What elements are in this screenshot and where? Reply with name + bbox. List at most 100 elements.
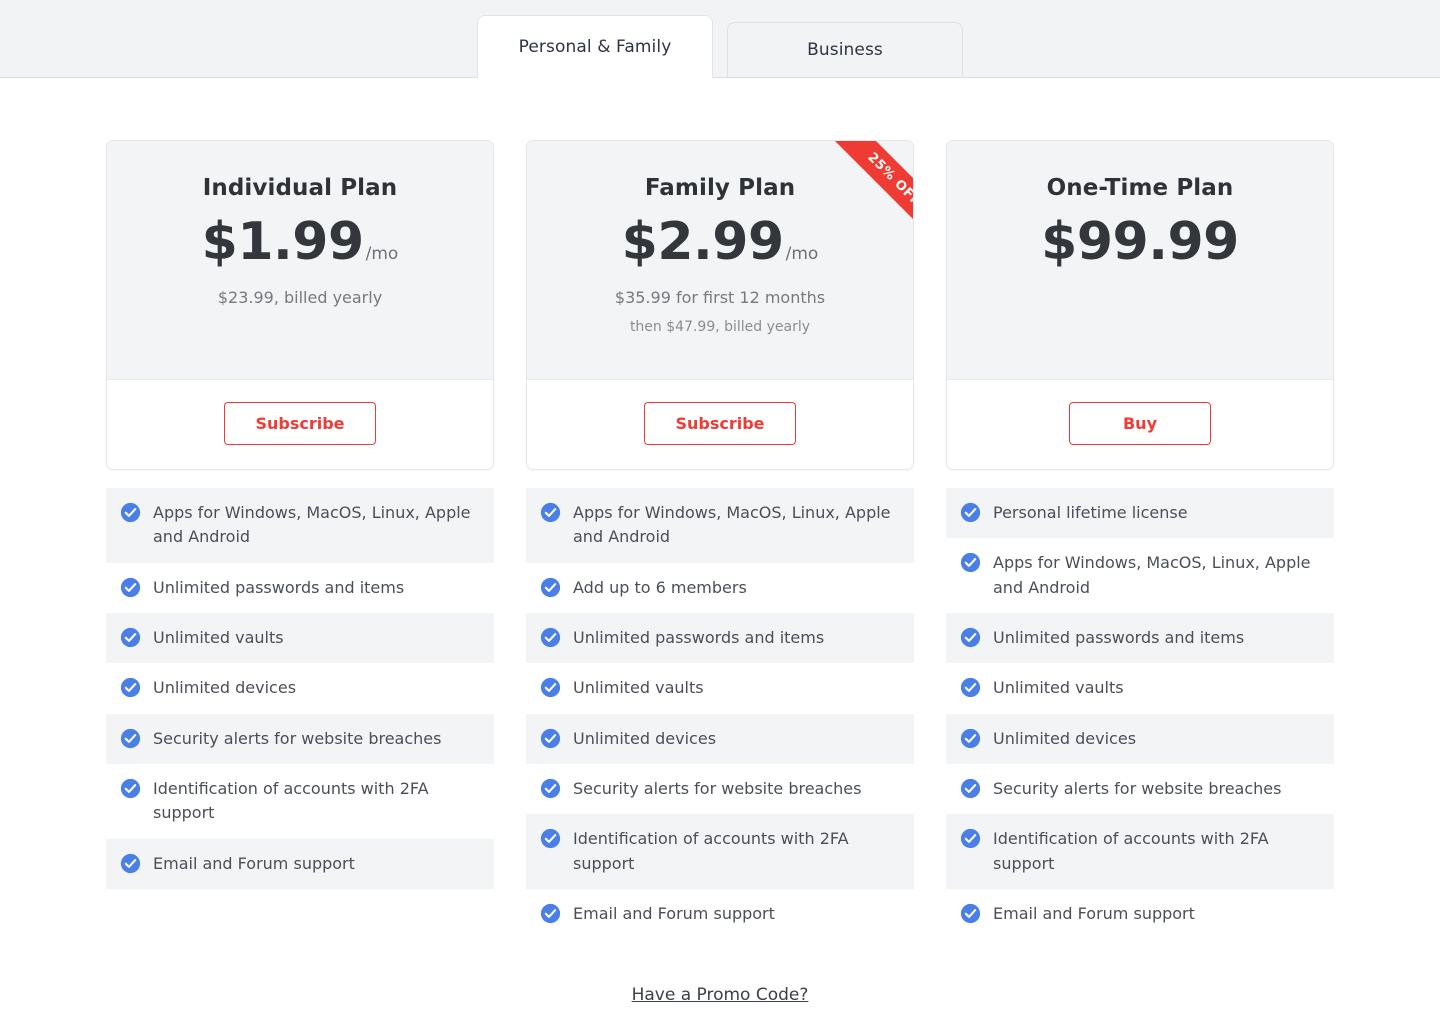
- check-circle-icon: [960, 728, 981, 749]
- check-circle-icon: [540, 778, 561, 799]
- subscribe-button[interactable]: Subscribe: [224, 402, 376, 445]
- feature-label: Apps for Windows, MacOS, Linux, Apple an…: [573, 503, 891, 547]
- plan-card-header: One-Time Plan $99.99: [947, 141, 1333, 379]
- plan-billing-subnote: then $47.99, billed yearly: [629, 318, 811, 335]
- plan-card-footer: Buy: [947, 379, 1333, 469]
- feature-item: Add up to 6 members: [526, 563, 914, 613]
- plan-feature-list: Personal lifetime license Apps for Window…: [946, 488, 1334, 939]
- feature-item: Identification of accounts with 2FA supp…: [946, 814, 1334, 889]
- feature-item: Unlimited passwords and items: [946, 612, 1334, 664]
- check-circle-icon: [120, 778, 141, 799]
- feature-item: Unlimited vaults: [106, 612, 494, 664]
- check-circle-icon: [540, 903, 561, 924]
- feature-label: Unlimited passwords and items: [153, 577, 405, 597]
- feature-item: Unlimited devices: [946, 713, 1334, 764]
- check-circle-icon: [120, 677, 141, 698]
- feature-item: Unlimited vaults: [946, 663, 1334, 713]
- plan-card-header: Individual Plan $1.99/mo $23.99, billed ye…: [107, 141, 493, 379]
- feature-label: Identification of accounts with 2FA supp…: [993, 829, 1269, 873]
- plan-card: Individual Plan $1.99/mo $23.99, billed ye…: [106, 140, 494, 470]
- feature-label: Email and Forum support: [573, 903, 775, 923]
- feature-item: Unlimited vaults: [526, 663, 914, 713]
- plan-price-line: $2.99/mo: [553, 215, 887, 270]
- buy-button[interactable]: Buy: [1069, 402, 1211, 445]
- pricing-plans: Individual Plan $1.99/mo $23.99, billed ye…: [0, 78, 1440, 939]
- feature-label: Unlimited devices: [573, 728, 717, 748]
- plan-column: One-Time Plan $99.99 Buy Personal lifetime …: [946, 140, 1334, 939]
- feature-label: Apps for Windows, MacOS, Linux, Apple an…: [153, 503, 471, 547]
- plan-feature-list: Apps for Windows, MacOS, Linux, Apple an…: [526, 488, 914, 939]
- subscribe-button[interactable]: Subscribe: [644, 402, 796, 445]
- feature-label: Apps for Windows, MacOS, Linux, Apple an…: [993, 553, 1311, 597]
- feature-label: Email and Forum support: [993, 903, 1195, 923]
- check-circle-icon: [120, 627, 141, 648]
- plan-price: $2.99: [621, 212, 784, 272]
- feature-item: Apps for Windows, MacOS, Linux, Apple an…: [106, 488, 494, 563]
- plan-price: $99.99: [1041, 212, 1239, 272]
- feature-label: Unlimited devices: [993, 728, 1137, 748]
- feature-label: Unlimited devices: [153, 678, 297, 698]
- check-circle-icon: [120, 728, 141, 749]
- tab-personal-family[interactable]: Personal & Family: [477, 15, 713, 78]
- plan-card-header: 25% OFF Family Plan $2.99/mo $35.99 for fir…: [527, 141, 913, 379]
- plan-price-period: /mo: [785, 244, 819, 264]
- feature-item: Unlimited devices: [106, 663, 494, 713]
- check-circle-icon: [540, 627, 561, 648]
- check-circle-icon: [540, 728, 561, 749]
- feature-label: Unlimited passwords and items: [573, 627, 825, 647]
- feature-item: Security alerts for website breaches: [106, 713, 494, 764]
- plan-title: Family Plan: [644, 175, 796, 201]
- feature-item: Unlimited passwords and items: [106, 563, 494, 613]
- promo-code-section: Have a Promo Code?: [0, 985, 1440, 1005]
- plan-price: $1.99: [201, 212, 364, 272]
- feature-item: Apps for Windows, MacOS, Linux, Apple an…: [946, 538, 1334, 613]
- check-circle-icon: [960, 677, 981, 698]
- feature-label: Add up to 6 members: [573, 577, 747, 597]
- feature-label: Security alerts for website breaches: [993, 778, 1282, 798]
- feature-label: Personal lifetime license: [993, 503, 1188, 522]
- feature-label: Security alerts for website breaches: [153, 728, 442, 748]
- plan-price-line: $99.99: [973, 215, 1307, 270]
- feature-label: Unlimited vaults: [573, 678, 704, 698]
- check-circle-icon: [960, 903, 981, 924]
- feature-item: Security alerts for website breaches: [946, 764, 1334, 814]
- plan-billing-note: $23.99, billed yearly: [217, 287, 383, 307]
- tab-label: Personal & Family: [518, 36, 672, 57]
- feature-label: Unlimited vaults: [993, 678, 1124, 698]
- promo-code-link[interactable]: Have a Promo Code?: [632, 985, 809, 1005]
- check-circle-icon: [120, 502, 141, 523]
- tab-label: Business: [807, 40, 883, 60]
- feature-item: Email and Forum support: [946, 889, 1334, 939]
- check-circle-icon: [540, 677, 561, 698]
- check-circle-icon: [960, 828, 981, 849]
- feature-item: Identification of accounts with 2FA supp…: [526, 814, 914, 889]
- feature-item: Email and Forum support: [526, 889, 914, 939]
- plan-price-period: /mo: [365, 244, 399, 264]
- plan-billing-note: $35.99 for first 12 months: [614, 287, 826, 307]
- tab-business[interactable]: Business: [727, 22, 963, 78]
- feature-label: Unlimited vaults: [153, 627, 284, 647]
- feature-item: Email and Forum support: [106, 838, 494, 889]
- feature-label: Security alerts for website breaches: [573, 778, 862, 798]
- plan-card: 25% OFF Family Plan $2.99/mo $35.99 for fir…: [526, 140, 914, 470]
- plan-price-line: $1.99/mo: [133, 215, 467, 270]
- feature-label: Unlimited passwords and items: [993, 627, 1245, 647]
- check-circle-icon: [120, 853, 141, 874]
- plan-title: Individual Plan: [202, 175, 398, 201]
- plan-card-footer: Subscribe: [527, 379, 913, 469]
- feature-item: Identification of accounts with 2FA supp…: [106, 764, 494, 839]
- plan-type-tabbar: Personal & Family Business: [0, 0, 1440, 78]
- feature-item: Personal lifetime license: [946, 488, 1334, 539]
- check-circle-icon: [540, 502, 561, 523]
- check-circle-icon: [120, 577, 141, 598]
- check-circle-icon: [540, 828, 561, 849]
- plan-column: Individual Plan $1.99/mo $23.99, billed ye…: [106, 140, 494, 939]
- check-circle-icon: [960, 627, 981, 648]
- plan-card-footer: Subscribe: [107, 379, 493, 469]
- check-circle-icon: [960, 502, 981, 523]
- plan-feature-list: Apps for Windows, MacOS, Linux, Apple an…: [106, 488, 494, 889]
- check-circle-icon: [960, 778, 981, 799]
- feature-item: Security alerts for website breaches: [526, 764, 914, 814]
- plan-type-tabs: Personal & Family Business: [477, 15, 963, 78]
- plan-title: One-Time Plan: [1046, 175, 1234, 201]
